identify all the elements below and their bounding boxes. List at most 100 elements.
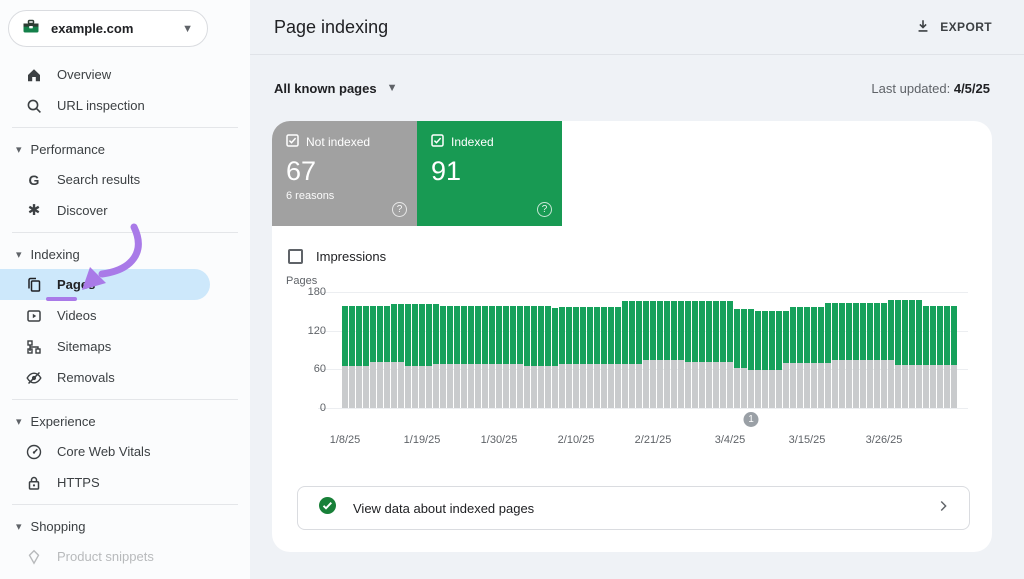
chart-bar[interactable] [496,306,502,408]
chart-bar[interactable] [916,300,922,408]
chart-bar[interactable] [699,301,705,408]
chart-bar[interactable] [412,304,418,408]
chart-bar[interactable] [643,301,649,408]
chart-bar[interactable] [601,307,607,408]
chart-bar[interactable] [356,306,362,408]
chart-bar[interactable] [440,306,446,408]
chart-bar[interactable] [398,304,404,408]
property-selector[interactable]: example.com ▼ [8,10,208,47]
chart-bar[interactable] [629,301,635,408]
checkbox-checked-icon[interactable] [431,134,444,150]
chart-bar[interactable] [391,304,397,408]
chart-bar[interactable] [622,301,628,408]
chart-bar[interactable] [804,307,810,408]
chart-bar[interactable] [818,307,824,408]
chart-bar[interactable] [580,307,586,408]
help-icon[interactable]: ? [392,202,407,217]
chart-bar[interactable] [657,301,663,408]
sidebar-item-url-inspection[interactable]: URL inspection [0,90,250,121]
chart-bar[interactable] [349,306,355,408]
chart-bar[interactable] [433,304,439,408]
sidebar-item-search-results[interactable]: G Search results [0,164,250,195]
sidebar-item-product-snippets[interactable]: Product snippets [0,541,250,572]
chart-bar[interactable] [797,307,803,408]
chart-bar[interactable] [671,301,677,408]
chart-bar[interactable] [685,301,691,408]
chart-bar[interactable] [811,307,817,408]
chart-bar[interactable] [363,306,369,408]
chart-bar[interactable] [545,306,551,408]
chart-marker[interactable]: 1 [744,412,759,427]
sidebar-item-https[interactable]: HTTPS [0,467,250,498]
chart-bar[interactable] [377,306,383,408]
chart-bar[interactable] [482,306,488,408]
chart-bar[interactable] [881,303,887,408]
page-filter-dropdown[interactable]: All known pages ▼ [274,81,397,96]
chart-bar[interactable] [524,306,530,408]
chart-bar[interactable] [846,303,852,408]
chart-bar[interactable] [755,311,761,408]
sidebar-item-sitemaps[interactable]: Sitemaps [0,331,250,362]
checkbox-checked-icon[interactable] [286,134,299,150]
indexed-card[interactable]: Indexed 91 ? [417,121,562,226]
chart-bar[interactable] [608,307,614,408]
chart-bar[interactable] [741,309,747,408]
chart-bar[interactable] [419,304,425,408]
chart-bar[interactable] [370,306,376,408]
chart-bar[interactable] [867,303,873,408]
sidebar-section-shopping[interactable]: ▾ Shopping [0,511,250,541]
chart-bar[interactable] [615,307,621,408]
sidebar-item-pages[interactable]: Pages [0,269,210,300]
chart-bar[interactable] [566,307,572,408]
chart-bar[interactable] [860,303,866,408]
chart-bar[interactable] [776,311,782,408]
chart-bar[interactable] [426,304,432,408]
chart-bar[interactable] [552,308,558,409]
chart-bar[interactable] [538,306,544,408]
chart-bar[interactable] [706,301,712,408]
chart-bar[interactable] [727,301,733,408]
export-button[interactable]: EXPORT [915,18,992,37]
sidebar-section-indexing[interactable]: ▾ Indexing [0,239,250,269]
chart-bar[interactable] [888,300,894,408]
chart-bar[interactable] [384,306,390,408]
chart-bar[interactable] [839,303,845,408]
chart-bar[interactable] [762,311,768,408]
impressions-checkbox[interactable] [288,249,303,264]
chart-bar[interactable] [573,307,579,408]
chart-bar[interactable] [874,303,880,408]
chart-bar[interactable] [944,306,950,408]
chart-bar[interactable] [853,303,859,408]
sidebar-item-discover[interactable]: ✱ Discover [0,195,250,226]
chart-bar[interactable] [587,307,593,408]
chart-bar[interactable] [405,304,411,408]
chart-bar[interactable] [734,309,740,408]
chart-bar[interactable] [692,301,698,408]
chart-bar[interactable] [769,311,775,408]
not-indexed-card[interactable]: Not indexed 67 6 reasons ? [272,121,417,226]
chart-bar[interactable] [895,300,901,408]
sidebar-section-performance[interactable]: ▾ Performance [0,134,250,164]
chart-bar[interactable] [454,306,460,408]
chart-bar[interactable] [636,301,642,408]
reasons-link[interactable]: 6 reasons [286,190,405,202]
chart-bar[interactable] [594,307,600,408]
chart-bar[interactable] [531,306,537,408]
chart-bar[interactable] [678,301,684,408]
chart-bar[interactable] [902,300,908,408]
sidebar-item-overview[interactable]: Overview [0,59,250,90]
chart-bar[interactable] [937,306,943,408]
chart-bar[interactable] [790,307,796,408]
chart-bar[interactable] [468,306,474,408]
chart-bar[interactable] [930,306,936,408]
chart-bar[interactable] [517,306,523,408]
chart-bar[interactable] [951,306,957,408]
chart-bar[interactable] [510,306,516,408]
chart-bar[interactable] [832,303,838,408]
chart-bar[interactable] [713,301,719,408]
chart-bar[interactable] [475,306,481,408]
chart-bar[interactable] [923,306,929,408]
sidebar-item-core-web-vitals[interactable]: Core Web Vitals [0,436,250,467]
chart-bar[interactable] [825,303,831,408]
sidebar-item-removals[interactable]: Removals [0,362,250,393]
